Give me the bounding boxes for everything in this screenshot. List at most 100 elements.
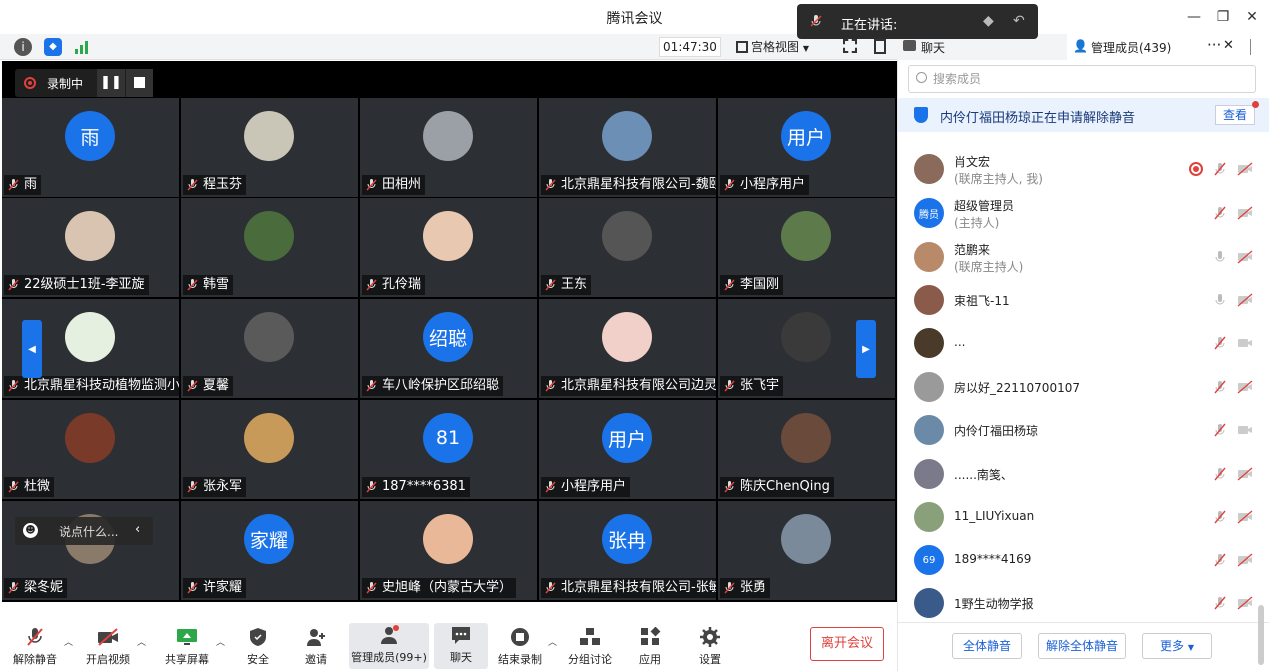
more-icon[interactable]: ··· [1207,36,1221,54]
stop-record-button[interactable] [126,69,153,97]
undo-icon[interactable]: ↶ [1013,13,1025,29]
chat-button[interactable]: 聊天 [434,623,488,669]
member-row[interactable]: 范鹏来 (联席主持人) [898,236,1269,276]
participant-tile[interactable]: 程玉芬 [181,98,358,197]
member-row[interactable]: 房以好_22110700107 [898,366,1269,406]
muted-mic-icon[interactable] [1213,380,1227,394]
layout-icon[interactable] [874,39,886,54]
security-button[interactable]: 安全 [240,625,276,669]
record-options-chevron-icon[interactable]: ︿ [548,635,557,648]
fullscreen-icon[interactable] [843,39,857,53]
pin-icon[interactable]: ◆ [983,13,994,29]
camera-off-icon[interactable] [1237,293,1253,307]
camera-off-icon[interactable] [1237,206,1253,220]
camera-off-icon[interactable] [1237,596,1253,610]
shield-icon[interactable]: ◆ [44,38,62,56]
more-button[interactable]: 更多 ▼ [1142,633,1212,659]
participant-tile[interactable]: 孔伶瑞 [360,198,537,297]
muted-mic-icon[interactable] [1213,553,1227,567]
muted-mic-icon[interactable] [1213,336,1227,350]
participant-tile[interactable]: 李国刚 [718,198,895,297]
prev-page-arrow[interactable]: ◀ [22,320,42,378]
member-search-input[interactable]: 搜索成员 [908,65,1256,93]
start-video-button[interactable]: 开启视频 [84,625,132,669]
invite-button[interactable]: 邀请 [298,625,334,669]
muted-mic-icon[interactable] [1213,467,1227,481]
pause-record-button[interactable]: ❚❚ [97,69,125,97]
participant-tile[interactable]: 用户 小程序用户 [539,400,716,499]
member-row[interactable]: 1野生动物学报 [898,582,1269,622]
participant-tile[interactable]: 史旭峰（内蒙古大学） [360,501,537,600]
member-row[interactable]: 腾员 超级管理员 (主持人) [898,192,1269,232]
muted-mic-icon[interactable] [1213,596,1227,610]
camera-off-icon[interactable] [1237,250,1253,264]
emoji-icon[interactable]: ☻ [23,523,38,538]
participant-tile[interactable]: 张冉 北京鼎星科技有限公司-张敏 [539,501,716,600]
camera-off-icon[interactable] [1237,510,1253,524]
participant-tile[interactable]: 北京鼎星科技有限公司边灵 [539,299,716,398]
audio-options-chevron-icon[interactable]: ︿ [64,635,73,648]
close-panel-icon[interactable]: ✕ [1223,38,1234,53]
participant-tile[interactable]: 用户 小程序用户 [718,98,895,197]
participant-tile[interactable]: 81 187****6381 [360,400,537,499]
member-row[interactable]: 内伶仃福田杨琼 [898,409,1269,449]
video-options-chevron-icon[interactable]: ︿ [137,635,146,648]
participant-tile[interactable]: 田相州 [360,98,537,197]
panel-scrollbar[interactable] [1258,605,1264,665]
participant-tile[interactable]: 绍聪 车八岭保护区邱绍聪 [360,299,537,398]
participant-tile[interactable]: 陈庆ChenQing [718,400,895,499]
minimize-icon[interactable]: — [1184,7,1204,27]
member-row[interactable]: 肖文宏 (联席主持人, 我) [898,148,1269,188]
member-row[interactable]: ... [898,322,1269,362]
grid-view-dropdown[interactable]: 宫格视图 ▼ [736,37,828,57]
unmute-all-button[interactable]: 解除全体静音 [1038,633,1126,659]
info-icon[interactable]: i [14,38,32,56]
participant-tile[interactable]: 杜微 [2,400,179,499]
participant-tile[interactable]: 张勇 [718,501,895,600]
camera-icon[interactable] [1237,423,1253,437]
participant-tile[interactable]: 雨雨 [2,98,179,197]
tab-members[interactable]: 👤 管理成员(439) ··· ✕ [1067,34,1269,60]
maximize-icon[interactable]: ❐ [1213,7,1233,27]
camera-off-icon[interactable] [1237,467,1253,481]
muted-mic-icon[interactable] [1213,162,1227,176]
view-request-button[interactable]: 查看 [1215,105,1255,125]
manage-members-button[interactable]: 管理成员(99+) [349,623,429,669]
member-row[interactable]: 束祖飞-11 [898,279,1269,319]
member-row[interactable]: 11_LIUYixuan [898,496,1269,536]
participant-tile[interactable]: 韩雪 [181,198,358,297]
participant-tile[interactable]: 家耀 许家耀 [181,501,358,600]
mic-icon[interactable] [1213,250,1227,264]
apps-button[interactable]: 应用 [630,625,670,669]
camera-off-icon[interactable] [1237,553,1253,567]
member-row[interactable]: 69 189****4169 [898,539,1269,579]
popout-icon[interactable] [1250,39,1251,55]
mic-icon[interactable] [1213,293,1227,307]
participant-tile[interactable]: 梁冬妮 [2,501,179,600]
share-screen-button[interactable]: 共享屏幕 [162,625,212,669]
camera-off-icon[interactable] [1237,162,1253,176]
stop-recording-button[interactable]: 结束录制 [496,625,544,669]
signal-icon[interactable] [74,39,92,55]
close-icon[interactable]: ✕ [1242,7,1262,27]
quick-chat-input[interactable]: ☻ 说点什么... ‹ [15,517,153,545]
participant-tile[interactable]: 王东 [539,198,716,297]
settings-button[interactable]: 设置 [690,625,730,669]
participant-tile[interactable]: 夏馨 [181,299,358,398]
share-options-chevron-icon[interactable]: ︿ [216,635,225,648]
camera-off-icon[interactable] [1237,380,1253,394]
camera-icon[interactable] [1237,336,1253,350]
leave-meeting-button[interactable]: 离开会议 [810,627,884,661]
mute-all-button[interactable]: 全体静音 [952,633,1022,659]
member-row[interactable]: ......南笺、 [898,453,1269,493]
muted-mic-icon[interactable] [1213,510,1227,524]
participant-tile[interactable]: 北京鼎星科技有限公司-魏颐 [539,98,716,197]
muted-mic-icon[interactable] [1213,206,1227,220]
participant-tile[interactable]: 张永军 [181,400,358,499]
collapse-chevron-icon[interactable]: ‹ [135,522,140,537]
breakout-rooms-button[interactable]: 分组讨论 [566,625,614,669]
participant-tile[interactable]: 22级硕士1班-李亚旋 [2,198,179,297]
unmute-button[interactable]: 解除静音 [12,625,58,669]
next-page-arrow[interactable]: ▶ [856,320,876,378]
muted-mic-icon[interactable] [1213,423,1227,437]
